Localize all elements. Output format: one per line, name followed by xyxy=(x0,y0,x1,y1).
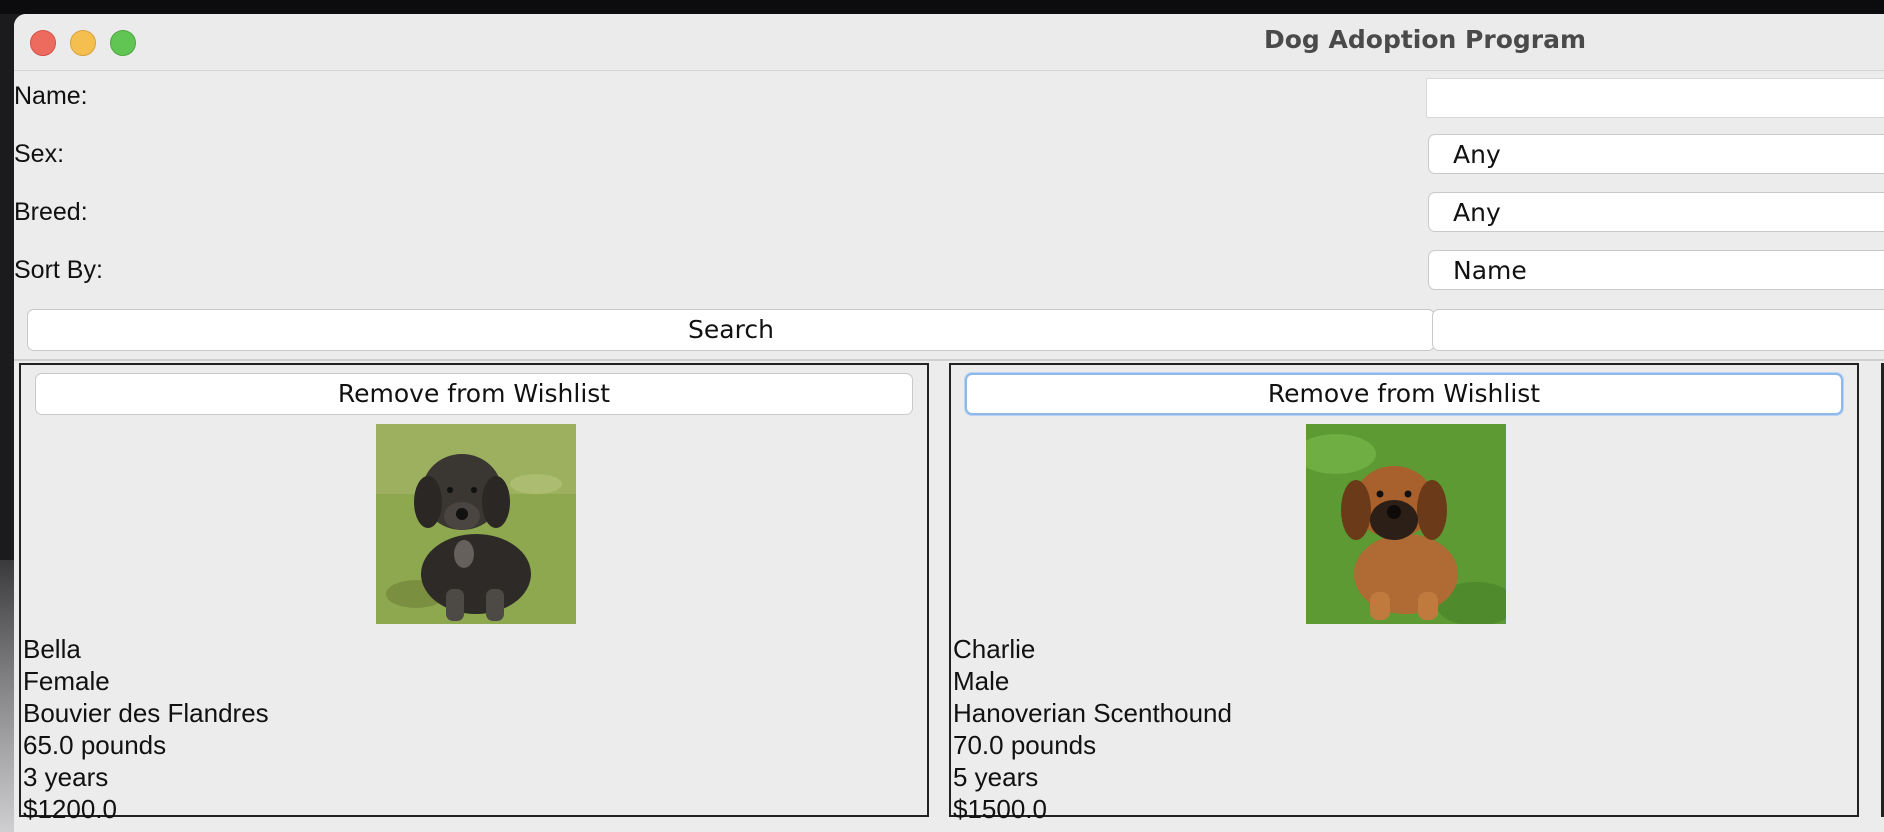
dog-weight: 65.0 pounds xyxy=(23,730,167,760)
dog-age: 5 years xyxy=(953,762,1039,792)
app-window: Dog Adoption Program Name: Sex: Any Bree… xyxy=(14,14,1884,832)
window-title: Dog Adoption Program xyxy=(1264,25,1587,54)
dog-sex: Female xyxy=(23,666,110,696)
dog-price: $1500.0 xyxy=(953,794,1047,824)
dog-card: Remove from Wishlist Charlie Male Hanove… xyxy=(949,363,1859,824)
dog-photo xyxy=(376,424,576,624)
dog-breed: Bouvier des Flandres xyxy=(23,698,269,728)
remove-from-wishlist-button[interactable]: Remove from Wishlist xyxy=(965,373,1843,415)
search-button[interactable]: Search xyxy=(27,309,1435,351)
sort-by-label: Sort By: xyxy=(14,256,103,284)
sort-by-select[interactable]: Name xyxy=(1428,250,1884,290)
title-bar: Dog Adoption Program xyxy=(14,14,1884,71)
minimize-window-button[interactable] xyxy=(70,30,96,56)
desktop-background xyxy=(0,560,14,832)
dog-weight: 70.0 pounds xyxy=(953,730,1097,760)
remove-from-wishlist-button[interactable]: Remove from Wishlist xyxy=(35,373,913,415)
breed-select[interactable]: Any xyxy=(1428,192,1884,232)
desktop-menubar-strip xyxy=(0,0,1884,14)
dog-age: 3 years xyxy=(23,762,109,792)
dog-price: $1200.0 xyxy=(23,794,117,824)
breed-label: Breed: xyxy=(14,198,88,226)
dog-breed: Hanoverian Scenthound xyxy=(953,698,1232,728)
dog-name: Charlie xyxy=(953,634,1036,664)
close-window-button[interactable] xyxy=(30,30,56,56)
dog-photo xyxy=(1306,424,1506,624)
name-input[interactable] xyxy=(1426,78,1884,118)
secondary-button[interactable] xyxy=(1432,309,1884,351)
sex-label: Sex: xyxy=(14,140,65,168)
name-label: Name: xyxy=(14,82,88,110)
dog-name: Bella xyxy=(23,634,81,664)
divider xyxy=(14,359,1884,361)
dog-sex: Male xyxy=(953,666,1010,696)
sex-select[interactable]: Any xyxy=(1428,134,1884,174)
zoom-window-button[interactable] xyxy=(110,30,136,56)
dog-card: Remove from Wishlist Bella Female Bouvie… xyxy=(19,363,929,824)
